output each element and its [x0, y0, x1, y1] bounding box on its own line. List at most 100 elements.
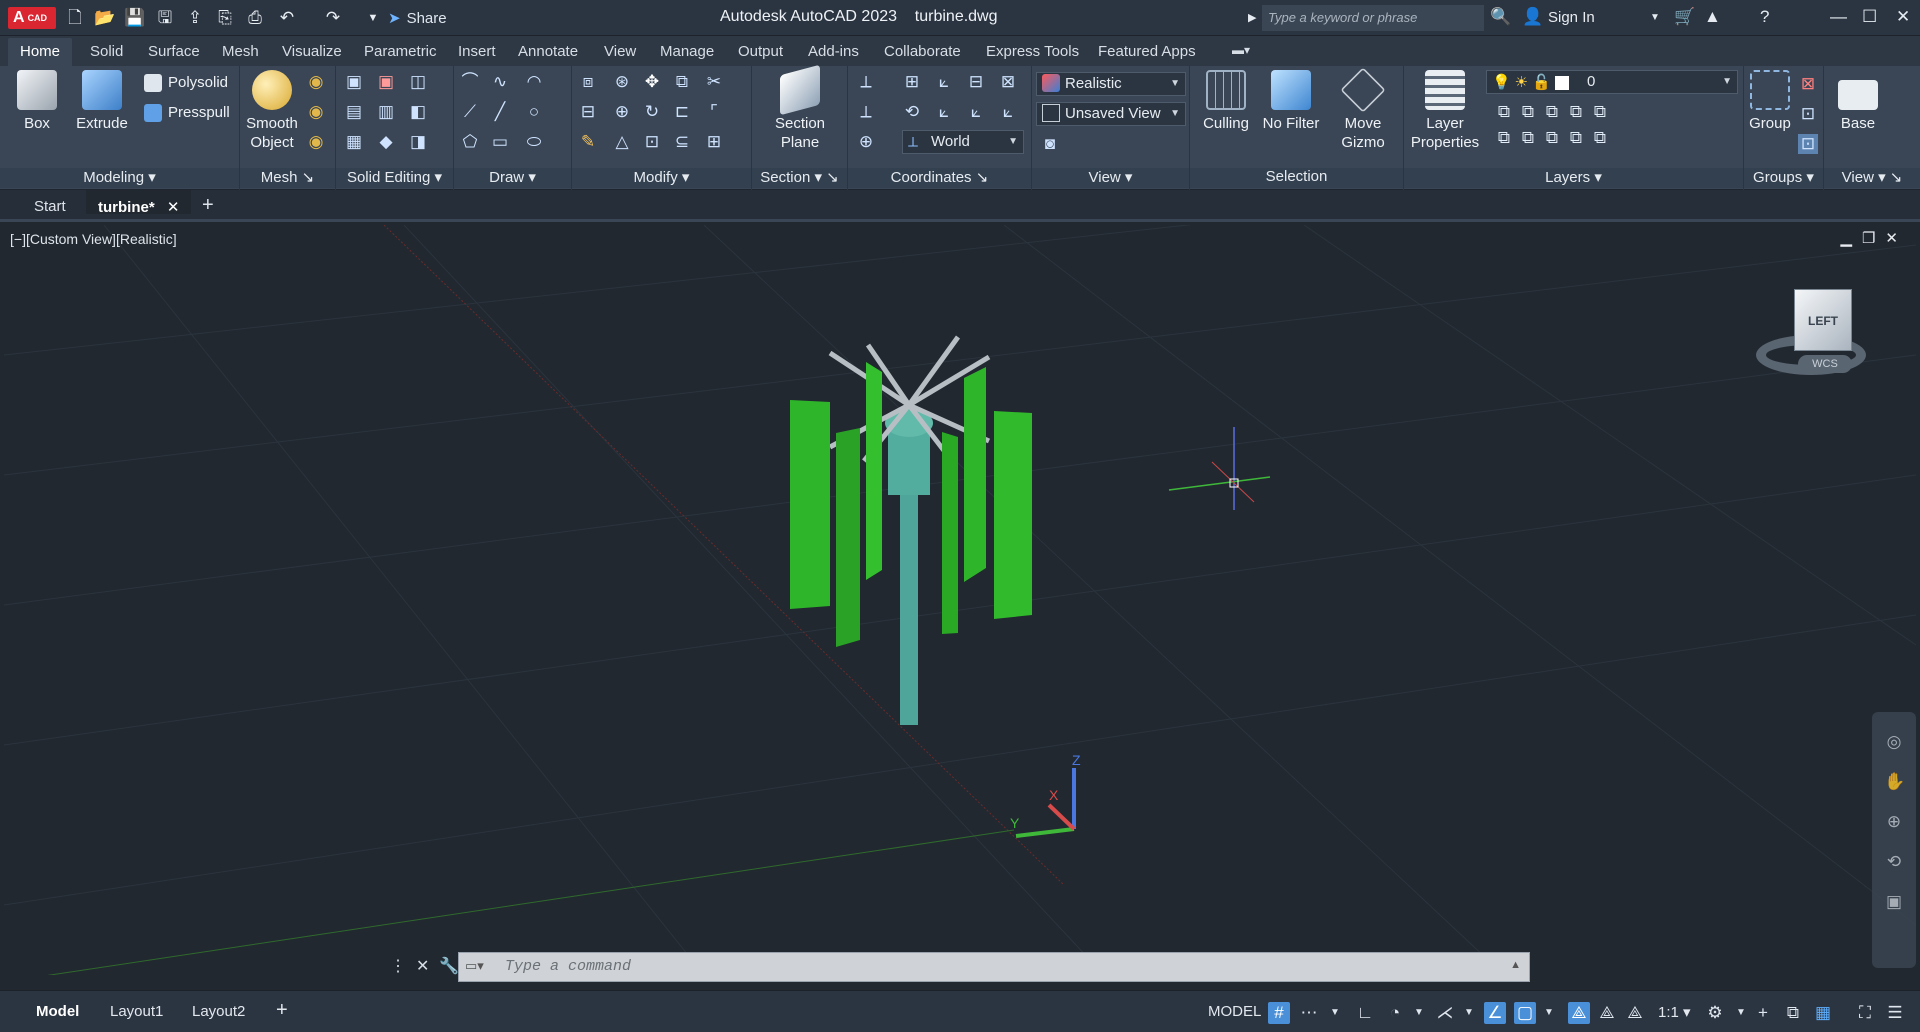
align-icon[interactable]: ⊟ [578, 102, 598, 122]
layout-tab-model[interactable]: Model [36, 1003, 79, 1020]
mirror-icon[interactable]: ⧈ [578, 72, 598, 92]
mesh-smooth-more-icon[interactable]: ◉ [306, 102, 326, 122]
layer-isolate-icon[interactable]: ⧉ [1518, 102, 1538, 122]
ucs-dropdown[interactable]: ⟂ World ▼ [902, 130, 1024, 154]
recent-commands-icon[interactable]: ▭▾ [465, 958, 497, 976]
tab-annotate[interactable]: Annotate [518, 43, 578, 60]
redo-icon[interactable]: ↷ [322, 7, 344, 29]
union-icon[interactable]: ▣ [344, 72, 364, 92]
layers-panel-title[interactable]: Layers ▾ [1404, 168, 1743, 188]
tab-mesh[interactable]: Mesh [222, 43, 259, 60]
thicken-icon[interactable]: ◆ [376, 132, 396, 152]
grid-icon[interactable]: # [1268, 1002, 1290, 1024]
tab-parametric[interactable]: Parametric [364, 43, 437, 60]
auto-scale-icon[interactable]: ⟁ [1596, 1002, 1618, 1024]
zoom-icon[interactable]: ⊕ [1884, 812, 1904, 832]
workspace-dropdown-icon[interactable]: ▼ [1730, 1002, 1752, 1024]
ribbon-minimize-icon[interactable]: ▬▾ [1232, 43, 1250, 57]
fillet-icon[interactable]: ⌜ [704, 102, 724, 122]
orbit-icon[interactable]: ⟲ [1884, 852, 1904, 872]
wcs-menu[interactable]: WCS [1798, 355, 1852, 373]
tab-visualize[interactable]: Visualize [282, 43, 342, 60]
viewcube-left-face[interactable]: LEFT [1794, 289, 1852, 351]
presspull-button[interactable]: Presspull [144, 104, 230, 123]
tab-solid[interactable]: Solid [90, 43, 123, 60]
layer-lock-icon[interactable]: ⧉ [1566, 102, 1586, 122]
arc-icon[interactable]: ◠ [524, 72, 544, 92]
new-icon[interactable]: 🗋 [64, 7, 86, 29]
sign-in-button[interactable]: Sign In [1548, 9, 1595, 26]
showmotion-icon[interactable]: ▣ [1884, 892, 1904, 912]
annotation-scale-icon[interactable]: ⟁ [1624, 1002, 1646, 1024]
ungroup-icon[interactable]: ⊠ [1798, 74, 1818, 94]
plot-icon[interactable]: ⎙ [244, 7, 266, 29]
ucs-world-icon[interactable]: ⟂ [856, 102, 876, 122]
tab-surface[interactable]: Surface [148, 43, 200, 60]
separate-icon[interactable]: ▦ [344, 132, 364, 152]
layer-copy-icon[interactable]: ⧉ [1590, 128, 1610, 148]
draw-panel-title[interactable]: Draw ▾ [454, 168, 571, 188]
ucs-origin-icon[interactable]: ⊞ [902, 72, 922, 92]
intersect-icon[interactable]: ▤ [344, 102, 364, 122]
close-tab-icon[interactable]: ✕ [167, 199, 180, 216]
cart-icon[interactable]: 🛒 [1674, 7, 1695, 27]
box-button[interactable]: Box [12, 70, 62, 133]
ucs-object-icon[interactable]: ⊠ [998, 72, 1018, 92]
application-menu-button[interactable]: A CAD [8, 7, 56, 29]
autodesk-app-icon[interactable]: ▲ [1704, 7, 1721, 27]
ellipse-icon[interactable]: ⬭ [524, 132, 544, 152]
help-icon[interactable]: ? [1760, 7, 1769, 27]
layer-make-current-icon[interactable]: ⧉ [1590, 102, 1610, 122]
modeling-panel-title[interactable]: Modeling ▾ [0, 168, 239, 188]
command-input[interactable]: Type a command [505, 958, 631, 975]
object-snap-tracking-icon[interactable]: ∠ [1484, 1002, 1506, 1024]
subtract-icon[interactable]: ▣ [376, 72, 396, 92]
view-base-panel-title[interactable]: View ▾ ↘ [1824, 168, 1920, 188]
ucs-icon[interactable]: ⟂ [856, 72, 876, 92]
tab-output[interactable]: Output [738, 43, 783, 60]
circle-icon[interactable]: ○ [524, 102, 544, 122]
quick-properties-icon[interactable]: ▦ [1812, 1002, 1834, 1024]
section-panel-title[interactable]: Section ▾ ↘ [752, 168, 847, 188]
ucs-previous-icon[interactable]: ⟲ [902, 102, 922, 122]
view-panel-title[interactable]: View ▾ [1032, 168, 1189, 188]
array-icon[interactable]: ⊞ [704, 132, 724, 152]
base-view-button[interactable]: Base [1832, 70, 1884, 133]
spline-icon[interactable]: ∿ [490, 72, 510, 92]
tab-express-tools[interactable]: Express Tools [986, 43, 1079, 60]
modify-panel-title[interactable]: Modify ▾ [572, 168, 751, 188]
search-expand-icon[interactable]: ▶ [1248, 11, 1256, 24]
groups-panel-title[interactable]: Groups ▾ [1744, 168, 1823, 188]
isodraft-icon[interactable]: ⋌ [1434, 1002, 1456, 1024]
layer-unisolate-icon[interactable]: ⧉ [1518, 128, 1538, 148]
polar-icon[interactable]: ◔ [1384, 1002, 1406, 1024]
extrude-button[interactable]: Extrude [74, 70, 130, 133]
viewport-window-controls[interactable]: ▁❐✕ [1840, 229, 1908, 247]
save-icon[interactable]: 💾 [124, 7, 146, 29]
help-search-input[interactable]: Type a keyword or phrase [1262, 5, 1484, 31]
ucs-z-axis-icon[interactable]: ⟀ [966, 102, 986, 122]
annotation-visibility-icon[interactable]: ⟁ [1568, 1002, 1590, 1024]
tab-view[interactable]: View [604, 43, 636, 60]
trim-icon[interactable]: ✂ [704, 72, 724, 92]
layout-tab-layout1[interactable]: Layout1 [110, 1003, 163, 1020]
open-icon[interactable]: 📂 [94, 7, 116, 29]
slice-icon[interactable]: ◫ [408, 72, 428, 92]
ucs-named-icon[interactable]: ⊕ [856, 132, 876, 152]
ucs-view-icon[interactable]: ⊟ [966, 72, 986, 92]
layer-thaw-icon[interactable]: ⧉ [1542, 128, 1562, 148]
workspace-gear-icon[interactable]: ⚙ [1704, 1002, 1726, 1024]
object-snap-dropdown-icon[interactable]: ▼ [1538, 1002, 1560, 1024]
named-view-dropdown[interactable]: Unsaved View ▼ [1036, 102, 1186, 126]
offset-icon[interactable]: ⊆ [672, 132, 692, 152]
mesh-refine-icon[interactable]: ◉ [306, 132, 326, 152]
navigation-bar[interactable]: ◎ ✋ ⊕ ⟲ ▣ [1872, 712, 1916, 968]
pan-icon[interactable]: ✋ [1884, 772, 1905, 792]
snap-dropdown-icon[interactable]: ▼ [1324, 1002, 1346, 1024]
mesh-panel-title[interactable]: Mesh ↘ [240, 168, 335, 188]
group-button[interactable]: Group [1748, 70, 1792, 133]
layer-match-icon[interactable]: ⧉ [1494, 128, 1514, 148]
publish-icon[interactable]: ⎘ [214, 7, 236, 29]
units-icon[interactable]: ⧉ [1782, 1002, 1804, 1024]
stretch-icon[interactable]: ⊏ [672, 102, 692, 122]
